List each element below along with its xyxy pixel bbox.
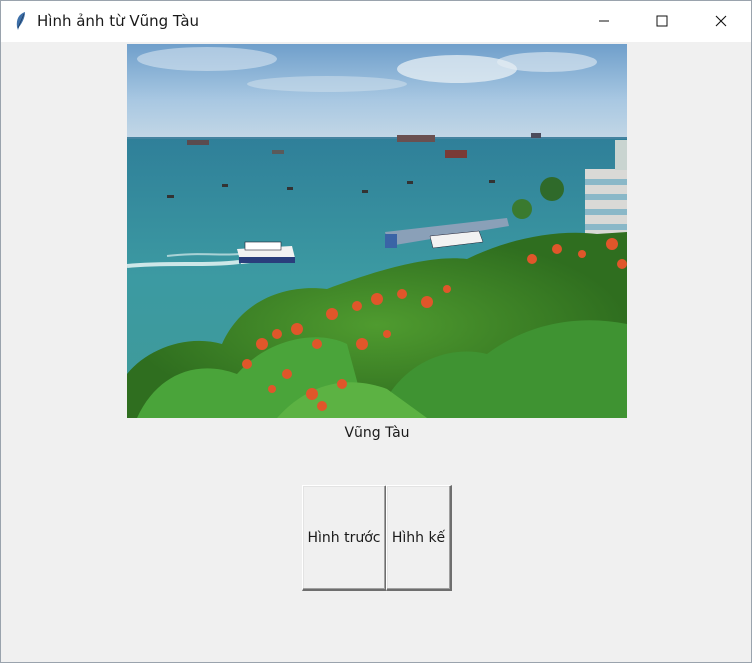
- close-icon: [715, 12, 727, 31]
- title-bar[interactable]: Hình ảnh từ Vũng Tàu: [1, 1, 751, 42]
- previous-image-button[interactable]: Hình trước: [302, 485, 387, 591]
- maximize-icon: [656, 12, 668, 31]
- next-image-button[interactable]: Hìhh kế: [386, 485, 452, 591]
- minimize-button[interactable]: [575, 1, 633, 42]
- maximize-button[interactable]: [633, 1, 691, 42]
- gallery-image: [127, 44, 627, 418]
- app-window: Hình ảnh từ Vũng Tàu Vũng Tàu Hình trước…: [0, 0, 752, 663]
- window-title: Hình ảnh từ Vũng Tàu: [37, 12, 200, 30]
- image-caption: Vũng Tàu: [344, 425, 410, 441]
- coastal-photo: [127, 44, 627, 418]
- feather-icon: [13, 11, 29, 31]
- close-button[interactable]: [692, 1, 750, 42]
- minimize-icon: [598, 12, 610, 31]
